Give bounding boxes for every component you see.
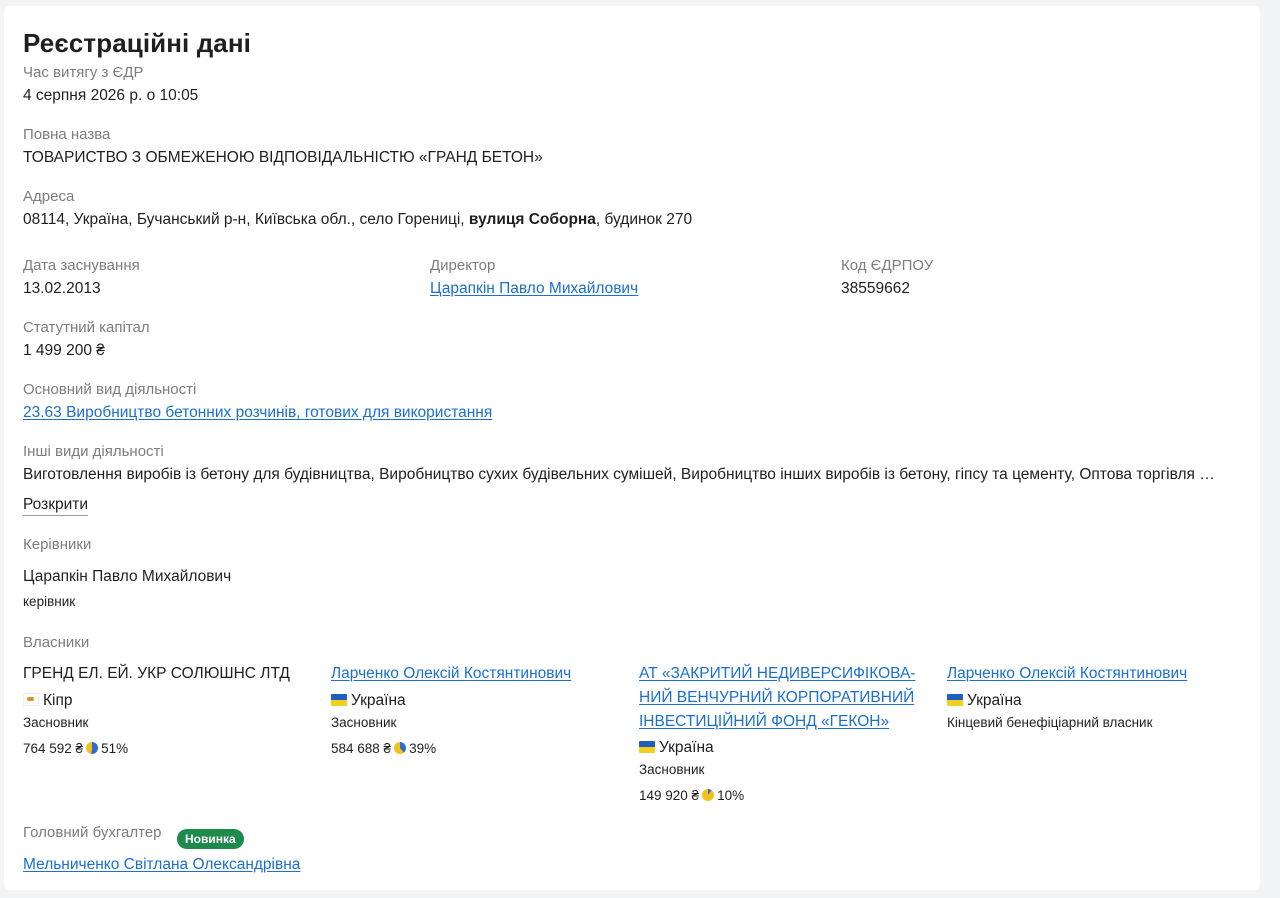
founded-value: 13.02.2013: [23, 280, 101, 297]
address-suffix: , будинок 270: [595, 211, 693, 228]
director-link[interactable]: Царапкін Павло Михайлович: [430, 280, 638, 298]
full-name-label: Повна назва: [23, 126, 111, 143]
owner-percent-2: 39%: [409, 741, 437, 756]
owner-link-3[interactable]: АТ «ЗАКРИТИЙ НЕДИВЕРСИФІКОВА- НИЙ ВЕНЧУР…: [639, 662, 915, 734]
owner-role-1: Засновник: [23, 715, 89, 730]
ukraine-flag-icon: [331, 694, 347, 706]
owner-link-4[interactable]: Ларченко Олексій Костянтинович: [947, 662, 1187, 686]
expand-button[interactable]: Розкрити: [23, 496, 89, 516]
owner-country-1: Кіпр: [23, 692, 73, 710]
capital-label: Статутний капітал: [23, 319, 150, 336]
owner-link-2[interactable]: Ларченко Олексій Костянтинович: [331, 662, 571, 686]
chief-accountant-label: Головний бухгалтер: [23, 824, 162, 841]
owner-share-2: 584 688 ₴ 39%: [331, 741, 436, 756]
edrpou-value: 38559662: [841, 280, 910, 297]
owner-amount-3: 149 920 ₴: [639, 788, 700, 803]
owner-name-3-line-3[interactable]: ІНВЕСТИЦІЙНИЙ ФОНД «ГЕКОН»: [639, 710, 915, 734]
cyprus-flag-icon: [23, 693, 39, 706]
owner-country-3: Україна: [639, 739, 714, 757]
owner-percent-3: 10%: [717, 788, 745, 803]
manager-role: керівник: [23, 594, 76, 609]
managers-label: Керівники: [23, 536, 92, 553]
extract-time-label: Час витягу з ЄДР: [23, 64, 144, 81]
owner-country-text-1: Кіпр: [43, 692, 73, 709]
owners-label: Власники: [23, 634, 90, 651]
edrpou-label: Код ЄДРПОУ: [841, 257, 934, 274]
address-label: Адреса: [23, 188, 75, 205]
share-pie-icon: [394, 742, 407, 754]
address-prefix: 08114, Україна, Бучанський р-н, Київська…: [23, 211, 469, 228]
new-badge: Новинка: [177, 829, 244, 849]
owner-role-3: Засновник: [639, 762, 705, 777]
founded-label: Дата заснування: [23, 257, 140, 274]
owner-name-3-line-2[interactable]: НИЙ ВЕНЧУРНИЙ КОРПОРАТИВНИЙ: [639, 686, 915, 710]
extract-time-value: 4 серпня 2026 р. о 10:05: [23, 87, 199, 104]
chief-accountant-link[interactable]: Мельниченко Світлана Олександрівна: [23, 856, 300, 874]
director-label: Директор: [430, 257, 496, 274]
other-activities-label: Інші види діяльності: [23, 443, 164, 460]
address-street: вулиця Соборна: [468, 211, 596, 228]
owner-role-2: Засновник: [331, 715, 397, 730]
main-activity-label: Основний вид діяльності: [23, 381, 197, 398]
owner-country-text-2: Україна: [351, 692, 406, 709]
manager-name: Царапкін Павло Михайлович: [23, 568, 232, 585]
registration-card: Реєстраційні дані Час витягу з ЄДР 4 сер…: [4, 6, 1260, 890]
page-title: Реєстраційні дані: [23, 28, 251, 58]
full-name-value: ТОВАРИСТВО З ОБМЕЖЕНОЮ ВІДПОВІДАЛЬНІСТЮ …: [23, 149, 543, 166]
share-pie-icon: [86, 742, 99, 754]
owner-percent-1: 51%: [101, 741, 129, 756]
other-activities-value: Виготовлення виробів із бетону для будів…: [23, 466, 1215, 483]
address-value: 08114, Україна, Бучанський р-н, Київська…: [23, 211, 692, 229]
owner-country-2: Україна: [331, 692, 406, 710]
owner-country-4: Україна: [947, 692, 1022, 710]
capital-value: 1 499 200 ₴: [23, 342, 105, 359]
owner-name-1: ГРЕНД ЕЛ. ЕЙ. УКР СОЛЮШНС ЛТД: [23, 665, 290, 682]
owner-share-3: 149 920 ₴ 10%: [639, 788, 744, 803]
owner-country-text-4: Україна: [967, 692, 1022, 709]
share-pie-icon: [702, 789, 715, 801]
owner-country-text-3: Україна: [659, 739, 714, 756]
owner-name-3-line-1[interactable]: АТ «ЗАКРИТИЙ НЕДИВЕРСИФІКОВА-: [639, 662, 915, 686]
ukraine-flag-icon: [639, 741, 655, 753]
owner-amount-2: 584 688 ₴: [331, 741, 392, 756]
ukraine-flag-icon: [947, 694, 963, 706]
owner-amount-1: 764 592 ₴: [23, 741, 84, 756]
owner-role-4: Кінцевий бенефіціарний власник: [947, 715, 1153, 730]
main-activity-link[interactable]: 23.63 Виробництво бетонних розчинів, гот…: [23, 404, 492, 422]
owner-share-1: 764 592 ₴ 51%: [23, 741, 128, 756]
